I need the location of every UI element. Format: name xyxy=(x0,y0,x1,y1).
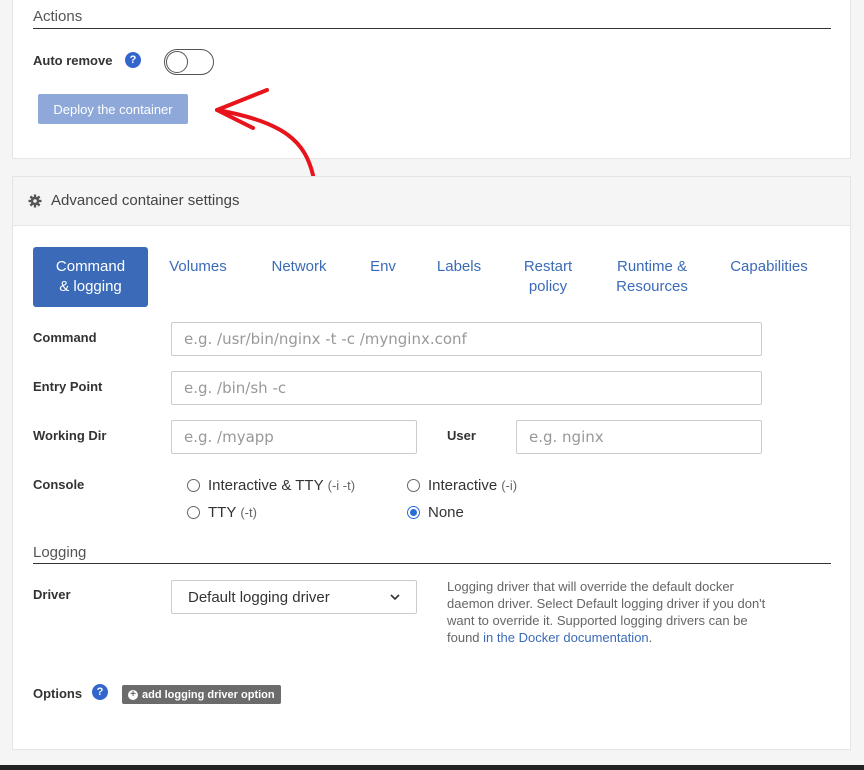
options-label: Options xyxy=(33,686,83,701)
working-dir-label: Working Dir xyxy=(33,428,107,443)
tab-restart-policy[interactable]: Restart policy xyxy=(513,257,583,297)
radio-button[interactable] xyxy=(187,479,200,492)
radio-label: None xyxy=(428,504,464,521)
radio-button[interactable] xyxy=(407,479,420,492)
advanced-settings-panel: Advanced container settings Command & lo… xyxy=(12,176,851,750)
tab-label-line2: Resources xyxy=(616,278,688,295)
radio-hint: (-i) xyxy=(501,478,518,493)
logging-section-title: Logging xyxy=(33,544,87,561)
gear-icon xyxy=(28,194,42,208)
tab-labels[interactable]: Labels xyxy=(429,257,489,277)
tab-network[interactable]: Network xyxy=(259,257,339,277)
auto-remove-label: Auto remove xyxy=(33,53,113,68)
logging-driver-select[interactable]: Default logging driver xyxy=(171,580,417,614)
tab-label-line1: Env xyxy=(370,258,396,275)
question-circle-icon[interactable]: ? xyxy=(125,52,141,68)
console-option-interactive-tty[interactable]: Interactive & TTY (-i -t) xyxy=(187,477,355,494)
actions-panel: Actions Auto remove ? Deploy the contain… xyxy=(12,0,851,159)
radio-hint: (-i -t) xyxy=(327,478,356,493)
driver-label: Driver xyxy=(33,587,71,602)
tab-label-line1: Restart xyxy=(523,258,573,275)
logging-driver-help: Logging driver that will override the de… xyxy=(447,578,767,646)
tab-volumes[interactable]: Volumes xyxy=(158,257,238,277)
radio-label: Interactive xyxy=(428,477,498,494)
tab-label-line2: policy xyxy=(528,278,568,295)
actions-divider xyxy=(33,28,831,29)
tab-label-line2: & logging xyxy=(59,278,122,295)
advanced-settings-header[interactable]: Advanced container settings xyxy=(13,177,850,226)
console-option-tty[interactable]: TTY (-t) xyxy=(187,504,257,521)
radio-label: TTY xyxy=(208,504,237,521)
toggle-knob xyxy=(166,51,188,73)
command-input[interactable]: e.g. /usr/bin/nginx -t -c /mynginx.conf xyxy=(171,322,762,356)
bottom-edge-bar xyxy=(0,765,864,770)
tab-label-line1: Runtime & xyxy=(616,258,688,275)
plus-circle-icon: + xyxy=(128,689,138,700)
question-circle-icon[interactable]: ? xyxy=(92,684,108,700)
docker-docs-link[interactable]: in the Docker documentation xyxy=(483,630,648,645)
auto-remove-toggle[interactable] xyxy=(164,49,214,75)
user-input[interactable]: e.g. nginx xyxy=(516,420,762,454)
entry-point-input[interactable]: e.g. /bin/sh -c xyxy=(171,371,762,405)
tab-env[interactable]: Env xyxy=(358,257,408,277)
chevron-down-icon xyxy=(390,593,400,600)
tab-label-line1: Labels xyxy=(436,258,482,275)
radio-hint: (-t) xyxy=(240,505,257,520)
radio-button[interactable] xyxy=(187,506,200,519)
console-option-interactive[interactable]: Interactive (-i) xyxy=(407,477,517,494)
tab-label-line1: Volumes xyxy=(169,258,227,275)
entry-point-label: Entry Point xyxy=(33,379,103,394)
radio-label: Interactive & TTY xyxy=(208,477,324,494)
button-label: add logging driver option xyxy=(142,688,275,701)
user-label: User xyxy=(447,428,476,443)
select-value: Default logging driver xyxy=(188,588,330,606)
help-text-end: . xyxy=(648,630,653,645)
working-dir-input[interactable]: e.g. /myapp xyxy=(171,420,417,454)
tab-capabilities[interactable]: Capabilities xyxy=(724,257,814,277)
deploy-container-button[interactable]: Deploy the container xyxy=(38,94,188,124)
actions-section-title: Actions xyxy=(33,8,83,25)
tab-runtime-resources[interactable]: Runtime & Resources xyxy=(607,257,697,297)
advanced-settings-title: Advanced container settings xyxy=(51,192,240,209)
console-label: Console xyxy=(33,477,85,492)
logging-divider xyxy=(33,563,831,564)
tab-command-logging[interactable]: Command & logging xyxy=(33,247,148,307)
tab-label-line1: Capabilities xyxy=(730,258,808,275)
add-logging-driver-option-button[interactable]: + add logging driver option xyxy=(122,685,281,704)
tab-label-line1: Command xyxy=(55,258,126,275)
console-option-none[interactable]: None xyxy=(407,504,464,521)
tab-label-line1: Network xyxy=(271,258,327,275)
radio-button-checked[interactable] xyxy=(407,506,420,519)
red-arrow-annotation xyxy=(215,88,315,177)
command-label: Command xyxy=(33,330,97,345)
